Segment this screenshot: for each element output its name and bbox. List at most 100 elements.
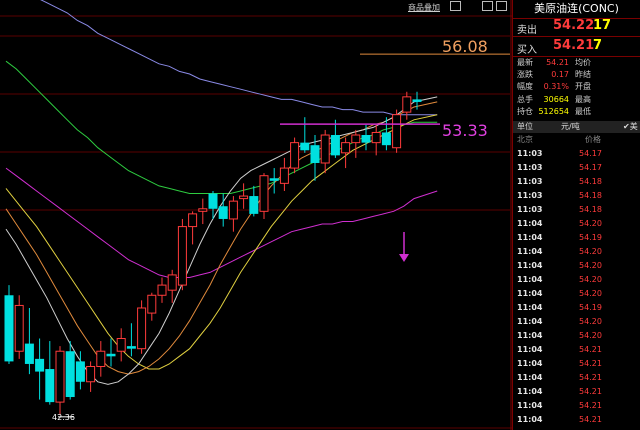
stat-row: 持仓 512654 最低 bbox=[513, 106, 640, 117]
candle-body bbox=[239, 195, 249, 200]
minimize-icon[interactable] bbox=[450, 1, 461, 11]
stat-label: 幅度 bbox=[517, 82, 533, 92]
tick-price: 54.21 bbox=[579, 373, 602, 382]
candle-body bbox=[86, 365, 96, 383]
tick-price: 54.21 bbox=[579, 345, 602, 354]
unit-label: 单位 bbox=[517, 122, 533, 131]
candle-body bbox=[228, 200, 238, 220]
tick-row: 11:03 54.18 bbox=[513, 175, 640, 189]
candle-body bbox=[208, 193, 218, 209]
candle bbox=[116, 328, 126, 362]
tick-time: 11:04 bbox=[517, 317, 543, 326]
stat-value: 30664 bbox=[543, 94, 569, 104]
candle-body bbox=[96, 350, 106, 367]
stat-label-2: 均价 bbox=[575, 58, 591, 67]
divider bbox=[513, 36, 640, 37]
candle-body bbox=[116, 338, 126, 352]
candle-body bbox=[106, 353, 116, 357]
candle-body bbox=[198, 208, 208, 212]
tick-time: 11:03 bbox=[517, 163, 543, 172]
tick-price: 54.18 bbox=[579, 191, 602, 200]
kline-chart[interactable]: 56.08 53.33 42.36 bbox=[0, 0, 512, 430]
sell-price: 54.22 bbox=[553, 18, 595, 33]
restore-icon[interactable] bbox=[482, 1, 493, 11]
candle-body bbox=[45, 369, 55, 403]
candle-body bbox=[147, 294, 157, 314]
candle bbox=[269, 168, 279, 194]
buy-price: 54.21 bbox=[553, 38, 595, 53]
tick-row: 11:04 54.20 bbox=[513, 287, 640, 301]
tick-row: 11:04 54.19 bbox=[513, 231, 640, 245]
candle bbox=[351, 129, 361, 158]
overlay-link[interactable]: 商品叠加 bbox=[408, 2, 440, 13]
candle-body bbox=[371, 131, 381, 144]
tick-row: 11:03 54.17 bbox=[513, 161, 640, 175]
ma-line-2 bbox=[5, 167, 438, 278]
candle bbox=[228, 196, 238, 232]
tick-time: 11:04 bbox=[517, 261, 543, 270]
candle bbox=[157, 277, 167, 303]
candle bbox=[96, 341, 106, 377]
candle-body bbox=[137, 307, 147, 350]
candle bbox=[55, 346, 65, 415]
ma-line-3 bbox=[5, 114, 438, 370]
candle-body bbox=[14, 304, 24, 352]
candle-body bbox=[300, 142, 310, 151]
tick-time: 11:04 bbox=[517, 233, 543, 242]
candle bbox=[290, 137, 300, 174]
tick-header: 北京 价格 bbox=[513, 134, 640, 145]
tick-price: 54.20 bbox=[579, 289, 602, 298]
candle bbox=[320, 129, 330, 174]
annotations: 56.08 53.33 42.36 bbox=[52, 37, 510, 422]
candle-body bbox=[75, 361, 85, 382]
candle bbox=[249, 185, 259, 217]
candle-body bbox=[259, 175, 269, 212]
candle bbox=[402, 91, 412, 120]
tick-row: 11:04 54.19 bbox=[513, 301, 640, 315]
candle-body bbox=[218, 206, 228, 219]
tick-price: 54.18 bbox=[579, 205, 602, 214]
candle bbox=[330, 119, 340, 158]
unit-check[interactable]: ✔美 bbox=[623, 121, 638, 133]
tick-time: 11:04 bbox=[517, 289, 543, 298]
close-icon[interactable] bbox=[496, 1, 507, 11]
moving-average-lines bbox=[5, 0, 438, 385]
down-arrow-icon bbox=[399, 232, 409, 262]
tick-price: 54.20 bbox=[579, 331, 602, 340]
tick-time: 11:03 bbox=[517, 177, 543, 186]
candle bbox=[198, 198, 208, 225]
candle bbox=[4, 285, 14, 364]
stat-value: 54.21 bbox=[546, 58, 569, 67]
tick-time: 11:04 bbox=[517, 275, 543, 284]
stat-value: 512654 bbox=[538, 106, 569, 116]
tick-price: 54.20 bbox=[579, 247, 602, 256]
tick-time: 11:04 bbox=[517, 387, 543, 396]
candle-body bbox=[279, 167, 289, 184]
tick-time: 11:04 bbox=[517, 415, 543, 424]
candle-body bbox=[341, 142, 351, 154]
tick-row: 11:04 54.20 bbox=[513, 245, 640, 259]
tick-time: 11:04 bbox=[517, 247, 543, 256]
tick-row: 11:03 54.18 bbox=[513, 203, 640, 217]
candle-body bbox=[126, 346, 136, 349]
tick-time: 11:04 bbox=[517, 303, 543, 312]
stat-label: 涨跌 bbox=[517, 70, 533, 80]
candle-body bbox=[290, 142, 300, 169]
candle bbox=[341, 137, 351, 169]
sell-volume: 17 bbox=[593, 18, 612, 33]
tick-price: 54.21 bbox=[579, 401, 602, 410]
stat-row: 涨跌 0.17 昨结 bbox=[513, 69, 640, 80]
candle-body bbox=[412, 99, 422, 102]
sell-label: 卖出 bbox=[517, 25, 537, 36]
candle-body bbox=[249, 196, 259, 214]
candle bbox=[259, 173, 269, 219]
quote-panel: 美原油连(CONC) 卖出 54.22 17 买入 54.21 7 最新 54.2… bbox=[512, 0, 640, 430]
instrument-title: 美原油连(CONC) bbox=[513, 0, 640, 19]
tick-header-price: 价格 bbox=[585, 135, 601, 144]
candle-body bbox=[24, 343, 34, 364]
candle bbox=[208, 190, 218, 219]
tick-row: 11:04 54.21 bbox=[513, 357, 640, 371]
ma-line-0 bbox=[40, 0, 438, 116]
tick-time: 11:03 bbox=[517, 191, 543, 200]
stat-label: 总手 bbox=[517, 94, 533, 104]
